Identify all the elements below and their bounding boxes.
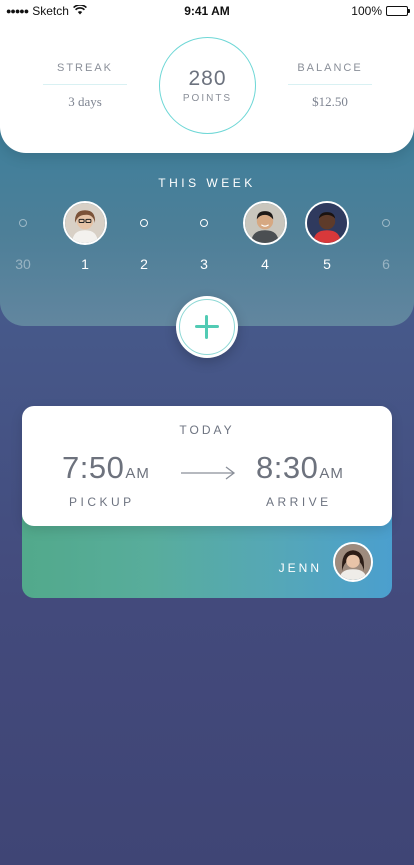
empty-day-dot bbox=[382, 219, 390, 227]
empty-day-dot bbox=[19, 219, 27, 227]
points-badge[interactable]: 280 POINTS bbox=[159, 37, 256, 134]
status-right: 100% bbox=[351, 4, 410, 18]
streak-label: STREAK bbox=[56, 62, 113, 74]
arrive-label: ARRIVE bbox=[266, 495, 332, 509]
add-ride-button[interactable] bbox=[176, 296, 238, 358]
driver-avatar bbox=[333, 542, 373, 582]
ride-day-label: TODAY bbox=[179, 423, 235, 437]
status-bar: ●●●●● Sketch 9:41 AM 100% bbox=[0, 0, 414, 22]
day-3[interactable]: 3 bbox=[179, 200, 229, 272]
arrive-ampm: AM bbox=[319, 465, 344, 482]
day-number: 6 bbox=[382, 256, 390, 272]
arrow-right-icon bbox=[180, 466, 236, 480]
balance-label: BALANCE bbox=[297, 62, 363, 74]
day-5[interactable]: 5 bbox=[302, 200, 352, 272]
day-2[interactable]: 2 bbox=[119, 200, 169, 272]
points-label: POINTS bbox=[182, 92, 233, 104]
balance-divider bbox=[288, 84, 372, 85]
points-value: 280 bbox=[188, 66, 227, 90]
summary-card: STREAK 3 days 280 POINTS BALANCE $12.50 bbox=[0, 0, 414, 153]
rider-avatar bbox=[63, 201, 107, 245]
pickup-time-value: 7:50 bbox=[62, 450, 125, 485]
day-number: 2 bbox=[140, 256, 148, 272]
day-30[interactable]: 30 bbox=[0, 200, 48, 272]
arrive-time: 8:30AM bbox=[256, 450, 344, 486]
empty-day-dot bbox=[200, 219, 208, 227]
day-number: 1 bbox=[81, 256, 89, 272]
battery-icon bbox=[386, 6, 410, 16]
streak-stat: STREAK 3 days bbox=[43, 62, 127, 110]
day-number: 5 bbox=[323, 256, 331, 272]
ride-card[interactable]: TODAY 7:50AM 8:30AM PICKUP ARRIVE bbox=[22, 406, 392, 526]
streak-divider bbox=[43, 84, 127, 85]
day-number: 3 bbox=[200, 256, 208, 272]
week-title: THIS WEEK bbox=[158, 176, 256, 190]
balance-stat: BALANCE $12.50 bbox=[288, 62, 372, 110]
pickup-time: 7:50AM bbox=[62, 450, 150, 486]
rider-avatar bbox=[243, 201, 287, 245]
pickup-ampm: AM bbox=[125, 465, 150, 482]
day-1[interactable]: 1 bbox=[60, 200, 110, 272]
driver-name: JENN bbox=[278, 561, 322, 575]
day-6[interactable]: 6 bbox=[361, 200, 411, 272]
balance-value: $12.50 bbox=[312, 94, 348, 109]
day-number: 4 bbox=[261, 256, 269, 272]
empty-day-dot bbox=[140, 219, 148, 227]
plus-icon bbox=[195, 315, 219, 339]
day-number: 30 bbox=[15, 256, 31, 272]
arrive-time-value: 8:30 bbox=[256, 450, 319, 485]
pickup-label: PICKUP bbox=[69, 495, 135, 509]
rider-avatar bbox=[305, 201, 349, 245]
battery-percent: 100% bbox=[351, 4, 382, 18]
day-4[interactable]: 4 bbox=[240, 200, 290, 272]
streak-value: 3 days bbox=[68, 94, 102, 109]
